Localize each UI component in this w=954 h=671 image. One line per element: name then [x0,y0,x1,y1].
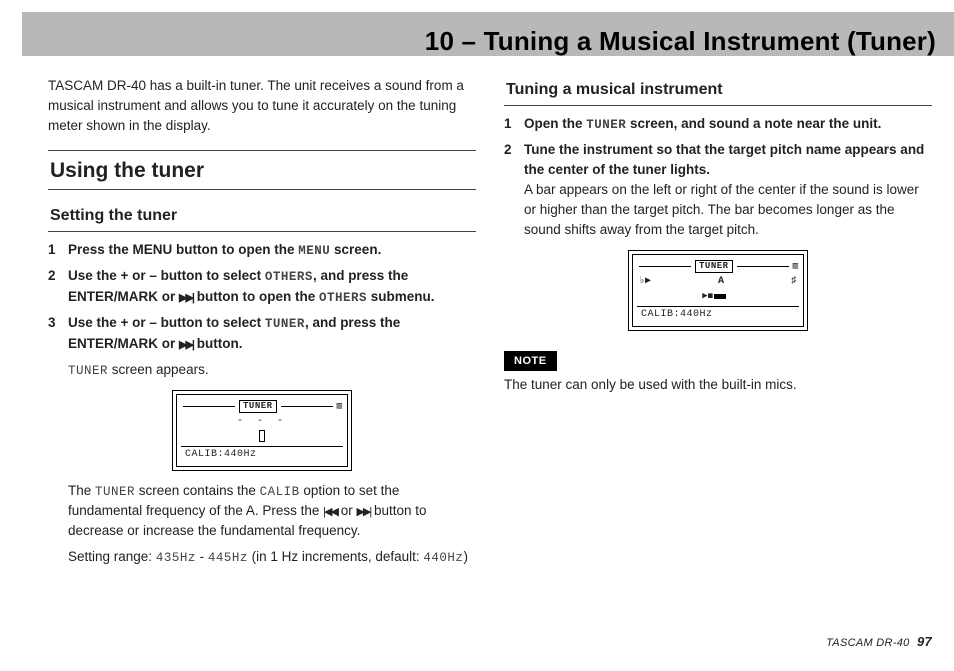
step-number: 1 [48,240,68,261]
footer: TASCAM DR-40 97 [826,634,932,649]
step-1: 1 Open the TUNER screen, and sound a not… [504,114,932,135]
meter-note-row: ♭▶ A ♯ [639,276,797,288]
text: Use the + or – button to select [68,268,265,283]
text: Use the + or – button to select [68,315,265,330]
tuner-screen-figure-2: TUNER ▥ ♭▶ A ♯ ▶◼ [628,250,808,331]
text: submenu. [367,289,435,304]
mono-tuner: TUNER [265,317,305,331]
text: - [196,549,208,564]
screen-title: TUNER [695,260,733,273]
heading-tuning-a-musical-instrument: Tuning a musical instrument [504,76,932,106]
flat-icon: ♭▶ [639,276,651,289]
meter-note-row: - - - [183,416,341,428]
step-number: 1 [504,114,524,135]
left-column: TASCAM DR-40 has a built-in tuner. The u… [48,76,476,625]
text: or [337,503,357,518]
ffwd-icon: ▶▶| [179,292,193,304]
battery-icon: ▥ [793,261,797,272]
text: Press the MENU button to open the [68,242,298,257]
text: button. [193,336,242,351]
step-2: 2 Use the + or – button to select OTHERS… [48,266,476,307]
page-title: 10 – Tuning a Musical Instrument (Tuner) [425,26,936,57]
meter-center-icon: ▶◼ [702,291,713,302]
text: button to open the [193,289,319,304]
target-note: A [718,276,724,289]
ffwd-icon: ▶▶| [356,506,370,518]
text: The [68,483,95,498]
screen-title: TUNER [239,400,277,413]
text: Tune the instrument so that the target p… [524,142,924,177]
mono-hz: 435Hz [156,551,196,565]
mono-hz: 440Hz [423,551,463,565]
right-column: Tuning a musical instrument 1 Open the T… [504,76,932,625]
meter-bar-icon [714,294,726,299]
substep-text: The TUNER screen contains the CALIB opti… [68,481,476,541]
ffwd-icon: ▶▶| [179,339,193,351]
step-1: 1 Press the MENU button to open the MENU… [48,240,476,261]
mono-calib: CALIB [260,485,300,499]
rew-icon: |◀◀ [323,506,337,518]
text: ) [463,549,468,564]
text: A bar appears on the left or right of th… [524,182,919,237]
note-label: NOTE [504,351,557,371]
meter-bar-row: ▶◼ [639,289,797,303]
page-number: 97 [917,634,932,649]
screen-calib: CALIB:440Hz [639,309,797,322]
step-body: Press the MENU button to open the MENU s… [68,240,476,261]
header-band: 10 – Tuning a Musical Instrument (Tuner) [22,12,954,56]
mono-tuner: TUNER [586,118,626,132]
substep-text: TUNER screen appears. [68,360,476,381]
step-number: 2 [504,140,524,240]
sharp-icon: ♯ [791,276,797,289]
heading-using-the-tuner: Using the tuner [48,150,476,190]
note-text: The tuner can only be used with the buil… [504,375,932,395]
text: (in 1 Hz increments, default: [248,549,424,564]
text: screen appears. [108,362,209,377]
step-3: 3 Use the + or – button to select TUNER,… [48,313,476,353]
step-body: Tune the instrument so that the target p… [524,140,932,240]
mono-hz: 445Hz [208,551,248,565]
mono-tuner: TUNER [95,485,135,499]
heading-setting-the-tuner: Setting the tuner [48,202,476,232]
step-number: 3 [48,313,68,353]
meter-center-icon [259,430,265,442]
step-number: 2 [48,266,68,307]
tuner-screen-figure-1: TUNER ▥ - - - CALIB:440Hz [172,390,352,471]
mono-others: OTHERS [265,270,313,284]
step-body: Use the + or – button to select TUNER, a… [68,313,476,353]
intro-text: TASCAM DR-40 has a built-in tuner. The u… [48,76,476,136]
step-body: Use the + or – button to select OTHERS, … [68,266,476,307]
battery-icon: ▥ [337,401,341,412]
text: screen, and sound a note near the unit. [626,116,881,131]
screen-calib: CALIB:440Hz [183,449,341,462]
meter-bar-row [183,429,341,443]
step-2: 2 Tune the instrument so that the target… [504,140,932,240]
step-body: Open the TUNER screen, and sound a note … [524,114,932,135]
text: Setting range: [68,549,156,564]
mono-menu: MENU [298,244,330,258]
text: Open the [524,116,586,131]
mono-tuner: TUNER [68,364,108,378]
product-name: TASCAM DR-40 [826,637,909,649]
text: screen. [330,242,381,257]
mono-others: OTHERS [319,291,367,305]
substep-text: Setting range: 435Hz - 445Hz (in 1 Hz in… [68,547,476,568]
text: screen contains the [135,483,260,498]
